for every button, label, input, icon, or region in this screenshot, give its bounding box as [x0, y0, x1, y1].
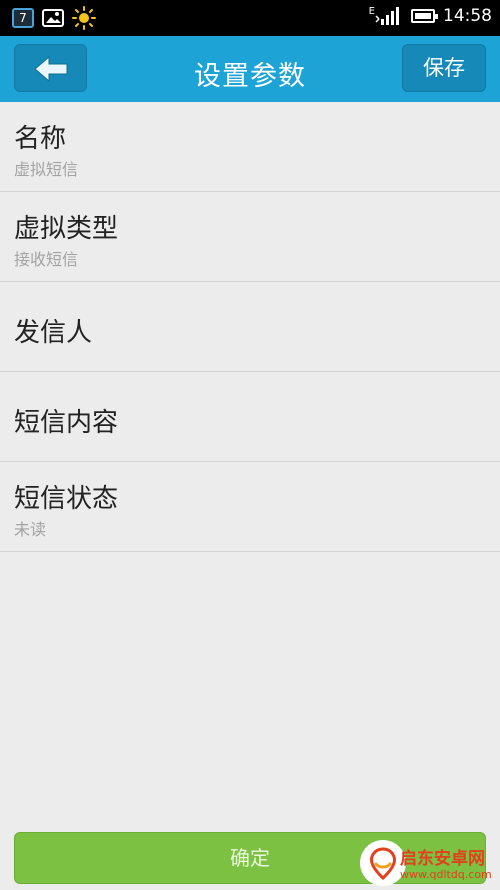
- save-button[interactable]: 保存: [402, 44, 486, 92]
- signal-icon: [375, 7, 399, 25]
- setting-value: 虚拟短信: [14, 160, 79, 179]
- watermark-url: www.qdltdq.com: [400, 868, 492, 881]
- title-bar: 设置参数 保存: [0, 36, 500, 102]
- watermark: 启东安卓网 www.qdltdq.com: [360, 834, 500, 889]
- battery-icon: [411, 9, 438, 23]
- setting-label: 短信状态: [14, 484, 119, 514]
- sun-icon: [72, 6, 96, 30]
- setting-item-sms-status[interactable]: 短信状态 未读: [0, 462, 500, 552]
- setting-item-sender[interactable]: 发信人: [0, 282, 500, 372]
- setting-value: 未读: [14, 520, 47, 539]
- watermark-title: 启东安卓网: [400, 849, 485, 869]
- setting-item-sms-content[interactable]: 短信内容: [0, 372, 500, 462]
- clock: 14:58: [443, 6, 492, 26]
- calendar-icon: 7: [12, 8, 34, 28]
- setting-value: 接收短信: [14, 250, 79, 269]
- setting-item-name[interactable]: 名称 虚拟短信: [0, 102, 500, 192]
- setting-label: 虚拟类型: [14, 214, 119, 244]
- status-bar-system: E 14:58: [369, 6, 492, 26]
- setting-item-virtual-type[interactable]: 虚拟类型 接收短信: [0, 192, 500, 282]
- setting-label: 短信内容: [14, 408, 119, 438]
- status-bar-notifications: 7: [12, 6, 96, 30]
- image-icon: [42, 9, 64, 27]
- setting-label: 发信人: [14, 318, 93, 348]
- settings-list: 名称 虚拟短信 虚拟类型 接收短信 发信人 短信内容 短信状态 未读: [0, 102, 500, 552]
- setting-label: 名称: [14, 124, 67, 154]
- status-bar: 7 E 14:58: [0, 0, 500, 36]
